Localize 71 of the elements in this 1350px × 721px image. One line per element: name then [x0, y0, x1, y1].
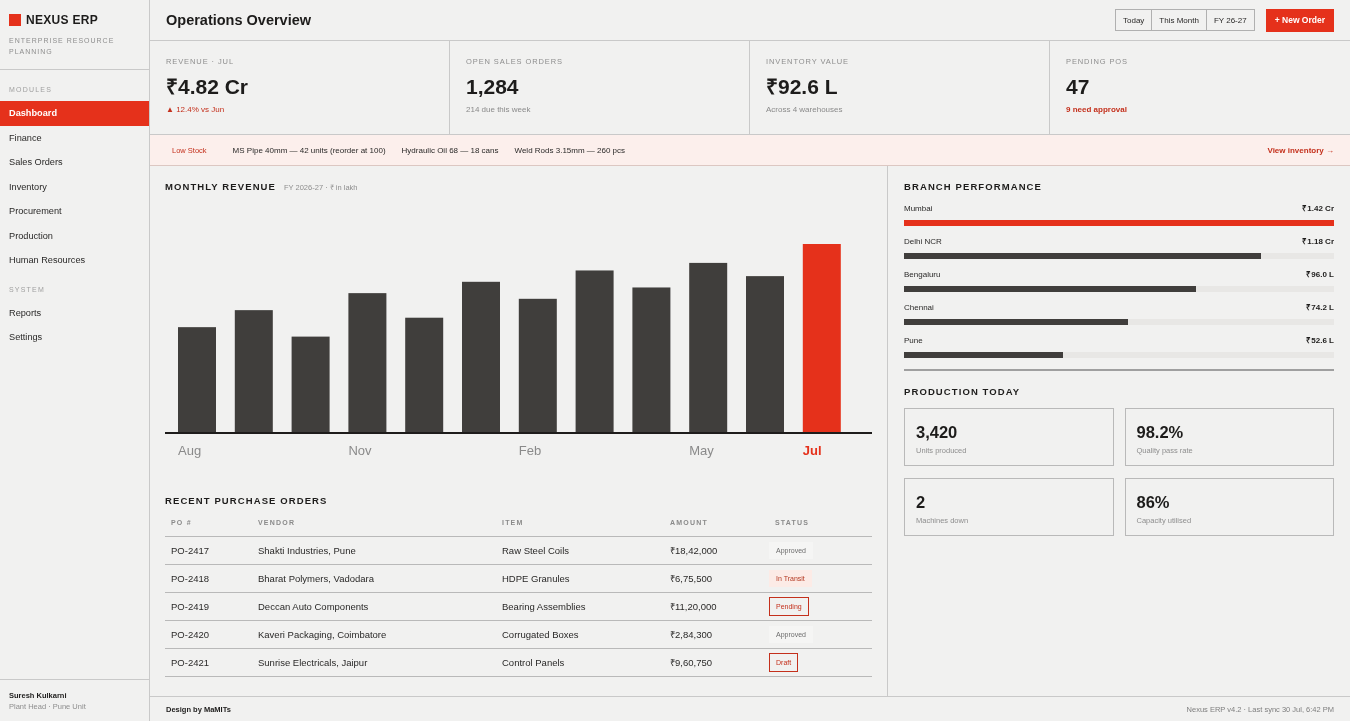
branch-value: ₹1.42 Cr [1302, 204, 1334, 214]
sidebar-item[interactable]: Sales Orders [0, 150, 149, 175]
sidebar-item[interactable]: Production [0, 223, 149, 248]
table-cell-text: ₹11,20,000 [669, 600, 718, 613]
table-cell-text: Kaveri Packaging, Coimbatore [257, 629, 388, 640]
kpi-note: ▲ 12.4% vs Jun [166, 105, 226, 115]
low-stock-item: Hydraulic Oil 68 — 18 cans [401, 145, 499, 155]
branch-name: Mumbai [904, 204, 933, 214]
table-cell-text: ₹9,60,750 [669, 656, 713, 669]
table-cell-text: PO-2420 [170, 629, 211, 640]
table-cell-text: PO-2419 [170, 601, 211, 612]
branch-value: ₹74.2 L [1306, 303, 1334, 313]
kpi-value: 47 [1066, 75, 1091, 99]
table-cell-text: ₹2,84,300 [669, 628, 713, 641]
section-title: BRANCH PERFORMANCE [904, 182, 1044, 192]
branch-value: ₹52.6 L [1306, 336, 1334, 346]
branch-name: Bengaluru [904, 270, 941, 280]
table-cell-text: PO-2417 [170, 545, 211, 556]
kpi-note: 9 need approval [1066, 105, 1128, 115]
sidebar-item[interactable]: Human Resources [0, 248, 149, 273]
axis-label: Jul [802, 443, 822, 458]
period-tab[interactable]: Today [1116, 10, 1152, 30]
kpi-value: ₹92.6 L [766, 75, 839, 99]
table-cell-text: HDPE Granules [501, 573, 571, 584]
stat-value: 98.2% [1136, 423, 1185, 441]
branch-value: ₹1.18 Cr [1302, 237, 1334, 247]
table-cell-text: Bharat Polymers, Vadodara [257, 573, 375, 584]
table-cell-text: PO-2421 [170, 657, 211, 668]
low-stock-item: MS Pipe 40mm — 42 units (reorder at 100) [232, 145, 386, 155]
sidebar-item[interactable]: Reports [0, 300, 149, 325]
table-cell-text: Bearing Assemblies [501, 601, 587, 612]
table-cell-text: PO-2418 [170, 573, 211, 584]
table-cell-text: Corrugated Boxes [501, 629, 580, 640]
stat-value: 2 [916, 493, 927, 511]
stat-value: 86% [1136, 493, 1171, 511]
table-cell-text: Deccan Auto Components [257, 601, 370, 612]
view-inventory-link[interactable]: View inventory → [1267, 145, 1334, 155]
table-cell-text: Raw Steel Coils [501, 545, 571, 556]
axis-label: Feb [518, 443, 542, 458]
stat-value: 3,420 [916, 423, 959, 441]
sidebar-item[interactable]: Inventory [0, 174, 149, 199]
chart-title: MONTHLY REVENUE [165, 182, 276, 192]
branch-value: ₹96.0 L [1306, 270, 1334, 280]
table-cell-text: Sunrise Electricals, Jaipur [257, 657, 369, 668]
branch-name: Delhi NCR [904, 237, 942, 247]
square-logo-icon [9, 14, 21, 26]
axis-label: Nov [348, 443, 372, 458]
branch-name: Pune [904, 336, 923, 346]
sidebar-item[interactable]: Finance [0, 125, 149, 150]
low-stock-item: Weld Rods 3.15mm — 260 pcs [514, 145, 626, 155]
period-tab[interactable]: FY 26-27 [1205, 10, 1254, 30]
period-tab[interactable]: This Month [1151, 10, 1206, 30]
sidebar-item[interactable]: Procurement [0, 199, 149, 224]
branch-name: Chennai [904, 303, 934, 313]
table-cell-text: Shakti Industries, Pune [257, 545, 357, 556]
kpi-note: 214 due this week [466, 105, 532, 115]
table-cell-text: Control Panels [501, 657, 566, 668]
sidebar-item[interactable]: Settings [0, 325, 149, 350]
kpi-note: Across 4 warehouses [766, 105, 844, 115]
section-title: PRODUCTION TODAY [904, 387, 1022, 397]
sidebar-item[interactable]: Dashboard [0, 101, 149, 126]
new-order-button[interactable]: + New Order [1265, 8, 1334, 32]
table-cell-text: ₹18,42,000 [669, 544, 719, 557]
kpi-value: 1,284 [466, 75, 520, 99]
table-title: RECENT PURCHASE ORDERS [165, 496, 329, 506]
page-title: Operations Overview [166, 12, 312, 28]
axis-label: Aug [178, 443, 202, 458]
kpi-value: ₹4.82 Cr [166, 75, 250, 99]
brand-name: NEXUS ERP [26, 13, 99, 27]
table-cell-text: ₹6,75,500 [669, 572, 713, 585]
axis-label: May [689, 443, 714, 458]
